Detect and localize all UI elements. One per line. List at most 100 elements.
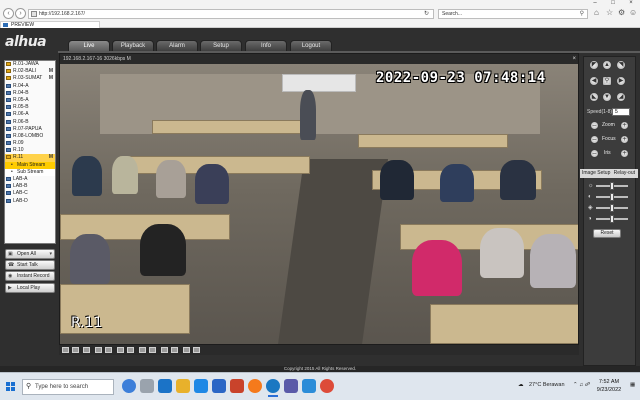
ptz-down-button[interactable]: ▼ [602, 92, 612, 102]
channel-item[interactable]: R.06-A [5, 111, 55, 118]
color-icon[interactable] [183, 347, 190, 353]
image-setup-header[interactable]: Image Setup Relay-out [580, 169, 638, 178]
app-icon[interactable] [284, 379, 298, 393]
slider-knob[interactable] [610, 182, 614, 190]
channel-item[interactable]: R.03-SUMAT M [5, 75, 55, 82]
smiley-icon[interactable]: ☺ [629, 8, 637, 17]
snapshot-icon[interactable] [139, 347, 146, 353]
home-icon[interactable]: ⌂ [594, 8, 599, 17]
image-setup-tab[interactable]: Image Setup [582, 170, 610, 176]
record-icon[interactable] [149, 347, 156, 353]
channel-item[interactable]: R.07-PAPUA [5, 126, 55, 133]
zoom-in-button[interactable]: + [620, 121, 629, 130]
iris-close-button[interactable]: – [590, 149, 599, 158]
favorites-icon[interactable]: ☆ [606, 8, 613, 17]
speed-select[interactable]: 5 [612, 108, 630, 116]
search-input[interactable]: Search... ⚲ [438, 9, 588, 19]
zoom-out-button[interactable]: – [590, 121, 599, 130]
maximize-button[interactable]: □ [604, 0, 622, 8]
channel-item[interactable]: R.11 M [5, 154, 55, 162]
focus-near-button[interactable]: – [590, 135, 599, 144]
layout-1-icon[interactable] [62, 347, 69, 353]
ptz-up-button[interactable]: ▲ [602, 60, 612, 70]
taskbar-search-input[interactable]: ⚲ Type here to search [22, 379, 114, 395]
layout-9-icon[interactable] [95, 347, 102, 353]
channel-item[interactable]: R.02-BALI M [5, 68, 55, 75]
iris-open-button[interactable]: + [620, 149, 629, 158]
zoom-app-icon[interactable] [302, 379, 316, 393]
cortana-icon[interactable] [122, 379, 136, 393]
close-video-icon[interactable]: × [572, 54, 576, 64]
channel-item[interactable]: R.06-B [5, 119, 55, 126]
address-bar[interactable]: http://192.168.2.167/ [28, 9, 434, 19]
clock[interactable]: 7:52 AM 9/23/2022 [594, 378, 624, 394]
ptz-center-button[interactable]: ⚲ [602, 76, 612, 86]
prev-page-icon[interactable] [117, 347, 124, 353]
ptz-down-right-button[interactable]: ◢ [616, 92, 626, 102]
minimize-button[interactable]: – [586, 0, 604, 8]
channel-item[interactable]: R.09 [5, 140, 55, 147]
gear-icon[interactable]: ⚙ [618, 8, 625, 17]
channel-item[interactable]: R.05-A [5, 97, 55, 104]
channel-item[interactable]: R.04-B [5, 90, 55, 97]
layout-4-icon[interactable] [72, 347, 79, 353]
slider-knob[interactable] [610, 215, 614, 223]
back-button[interactable]: ‹ [3, 8, 14, 19]
channel-label: LAB-B [13, 183, 28, 190]
local-play-button[interactable]: ▶ Local Play [5, 283, 55, 293]
stream-item[interactable]: Sub Stream [5, 168, 55, 176]
firefox-icon[interactable] [248, 379, 262, 393]
browser-tab[interactable]: PREVIEW [0, 21, 100, 28]
office-icon[interactable] [230, 379, 244, 393]
refresh-icon[interactable]: ↻ [424, 10, 429, 17]
hue-slider[interactable]: ◑ [588, 215, 628, 223]
start-button[interactable] [6, 382, 16, 392]
file-explorer-icon[interactable] [176, 379, 190, 393]
open-all-button[interactable]: ▣ Open All ▾ [5, 249, 55, 259]
internet-explorer-icon[interactable] [266, 379, 280, 397]
stream-item[interactable]: Main Stream [5, 161, 55, 169]
system-tray-icons[interactable]: ⌃ ♫ ☍ [573, 382, 590, 388]
close-button[interactable]: × [622, 0, 640, 8]
ptz-down-left-button[interactable]: ◣ [589, 92, 599, 102]
relay-out-tab[interactable]: Relay-out [614, 169, 635, 178]
channel-item[interactable]: R.05-B [5, 104, 55, 111]
next-page-icon[interactable] [127, 347, 134, 353]
live-video[interactable]: 192.168.2.167-16 3026kbps M × [59, 53, 579, 345]
fullscreen-icon[interactable] [83, 347, 90, 353]
channel-item[interactable]: LAB-B [5, 183, 55, 190]
layout-16-icon[interactable] [105, 347, 112, 353]
ratio-icon[interactable] [193, 347, 200, 353]
forward-button[interactable]: › [15, 8, 26, 19]
contrast-slider[interactable]: ◐ [588, 193, 628, 201]
slider-knob[interactable] [610, 204, 614, 212]
zoom-icon[interactable] [171, 347, 178, 353]
edge-icon[interactable] [158, 379, 172, 393]
ptz-right-button[interactable]: ▶ [616, 76, 626, 86]
weather-icon[interactable]: ☁ [518, 382, 524, 388]
weather-text[interactable]: 27°C Berawan [529, 382, 565, 388]
store-icon[interactable] [194, 379, 208, 393]
slider-knob[interactable] [610, 193, 614, 201]
instant-record-button[interactable]: ◉ Instant Record [5, 271, 55, 281]
ptz-left-button[interactable]: ◀ [589, 76, 599, 86]
channel-item[interactable]: R.04-A [5, 83, 55, 90]
channel-item[interactable]: R.08-LOMBO [5, 133, 55, 140]
audio-icon[interactable] [161, 347, 168, 353]
notifications-icon[interactable]: ▦ [630, 382, 635, 388]
saturation-slider[interactable]: ◈ [588, 204, 628, 212]
brightness-slider[interactable]: ☼ [588, 182, 628, 190]
reset-button[interactable]: Reset [593, 229, 621, 238]
channel-item[interactable]: LAB-A [5, 176, 55, 183]
channel-item[interactable]: LAB-C [5, 190, 55, 197]
channel-item[interactable]: LAB-D [5, 198, 55, 205]
mail-icon[interactable] [212, 379, 226, 393]
chrome-icon[interactable] [320, 379, 334, 393]
task-view-icon[interactable] [140, 379, 154, 393]
focus-far-button[interactable]: + [620, 135, 629, 144]
ptz-up-left-button[interactable]: ◤ [589, 60, 599, 70]
channel-item[interactable]: R.10 [5, 147, 55, 154]
ptz-up-right-button[interactable]: ◥ [616, 60, 626, 70]
start-talk-button[interactable]: ☎ Start Talk [5, 260, 55, 270]
channel-item[interactable]: R.01-JAWA [5, 61, 55, 68]
